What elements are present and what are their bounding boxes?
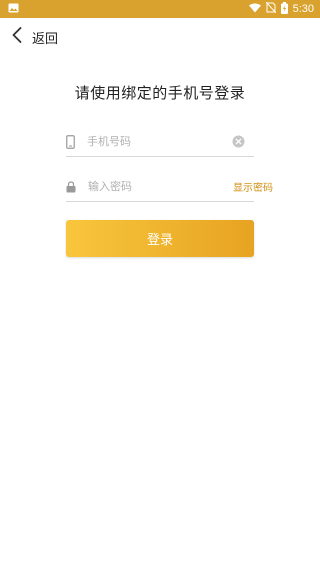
clear-input-icon[interactable] bbox=[232, 134, 245, 150]
battery-icon bbox=[280, 1, 288, 17]
back-label: 返回 bbox=[32, 31, 59, 47]
page-title: 请使用绑定的手机号登录 bbox=[74, 84, 246, 102]
phone-input[interactable] bbox=[87, 135, 232, 148]
chevron-left-icon bbox=[12, 27, 22, 47]
wifi-icon bbox=[248, 3, 261, 16]
status-left bbox=[8, 3, 19, 16]
password-input[interactable] bbox=[88, 180, 233, 193]
status-time: 5:30 bbox=[292, 3, 314, 15]
login-button[interactable]: 登录 bbox=[66, 220, 254, 257]
back-button[interactable]: 返回 bbox=[0, 18, 58, 56]
password-field: 显示密码 bbox=[66, 172, 273, 202]
status-bar: 5:30 bbox=[0, 0, 320, 18]
image-icon bbox=[8, 3, 19, 16]
header: 返回 bbox=[0, 18, 320, 56]
status-right: 5:30 bbox=[248, 1, 314, 17]
show-password-toggle[interactable]: 显示密码 bbox=[233, 179, 273, 194]
lock-icon bbox=[66, 180, 76, 193]
no-sim-icon bbox=[265, 1, 276, 16]
phone-icon bbox=[66, 134, 75, 149]
phone-field bbox=[66, 127, 254, 157]
